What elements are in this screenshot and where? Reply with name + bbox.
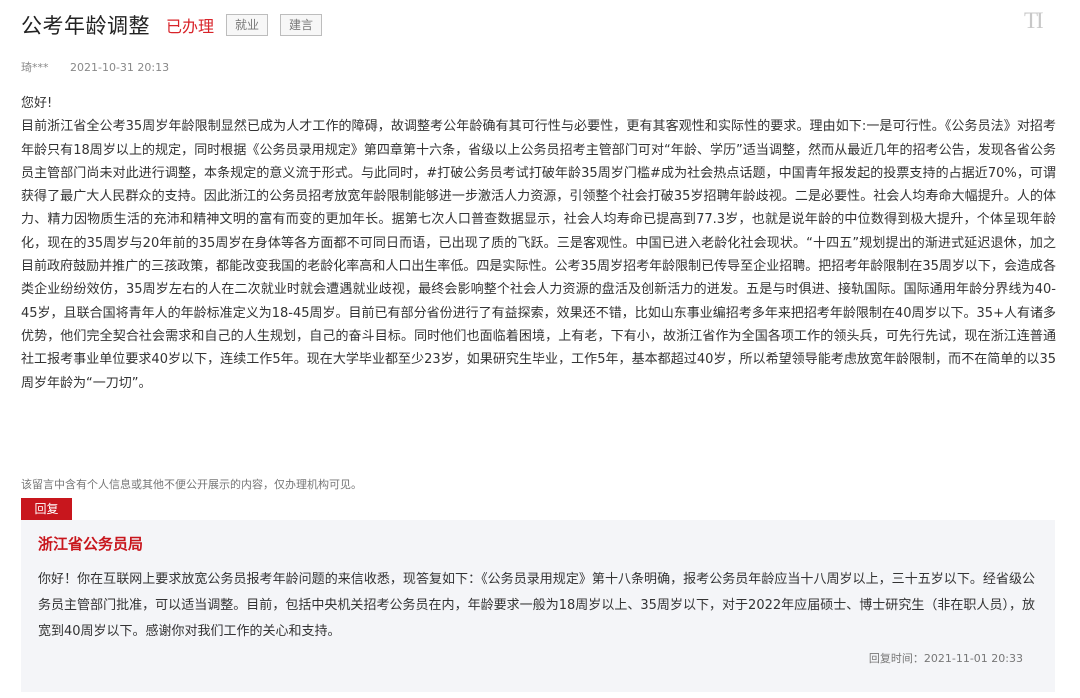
font-size-toggle-icon[interactable]: TI [1024, 8, 1058, 33]
message-body: 目前浙江省全公考35周岁年龄限制显然已成为人才工作的障碍，故调整考公年龄确有其可… [21, 119, 1056, 391]
tag-suggestion[interactable]: 建言 [280, 14, 323, 36]
status-label: 已办理 [166, 17, 215, 36]
privacy-note: 该留言中含有个人信息或其他不便公开展示的内容，仅办理机构可见。 [21, 478, 362, 491]
message-greeting: 您好! [21, 96, 53, 111]
reply-content: 你好！你在互联网上要求放宽公务员报考年龄问题的来信收悉，现答复如下：《公务员录用… [38, 572, 1035, 639]
author-name: 琦*** [21, 61, 49, 74]
reply-time: 回复时间：2021-11-01 20:33 [869, 650, 1023, 666]
reply-box: 浙江省公务员局 你好！你在互联网上要求放宽公务员报考年龄问题的来信收悉，现答复如… [21, 520, 1055, 692]
message-meta: 琦*** 2021-10-31 20:13 [21, 59, 169, 75]
reply-time-label: 回复时间： [868, 652, 924, 665]
message-header: 公考年龄调整 已办理 就业 建言 [21, 10, 323, 40]
reply-badge: 回复 [21, 498, 72, 520]
reply-time-value: 2021-11-01 20:33 [923, 652, 1023, 665]
reply-organization: 浙江省公务员局 [38, 535, 144, 553]
page-title: 公考年龄调整 [21, 14, 150, 38]
tag-employment[interactable]: 就业 [226, 14, 269, 36]
message-content: 您好! 目前浙江省全公考35周岁年龄限制显然已成为人才工作的障碍，故调整考公年龄… [21, 92, 1056, 395]
post-time: 2021-10-31 20:13 [70, 61, 170, 74]
